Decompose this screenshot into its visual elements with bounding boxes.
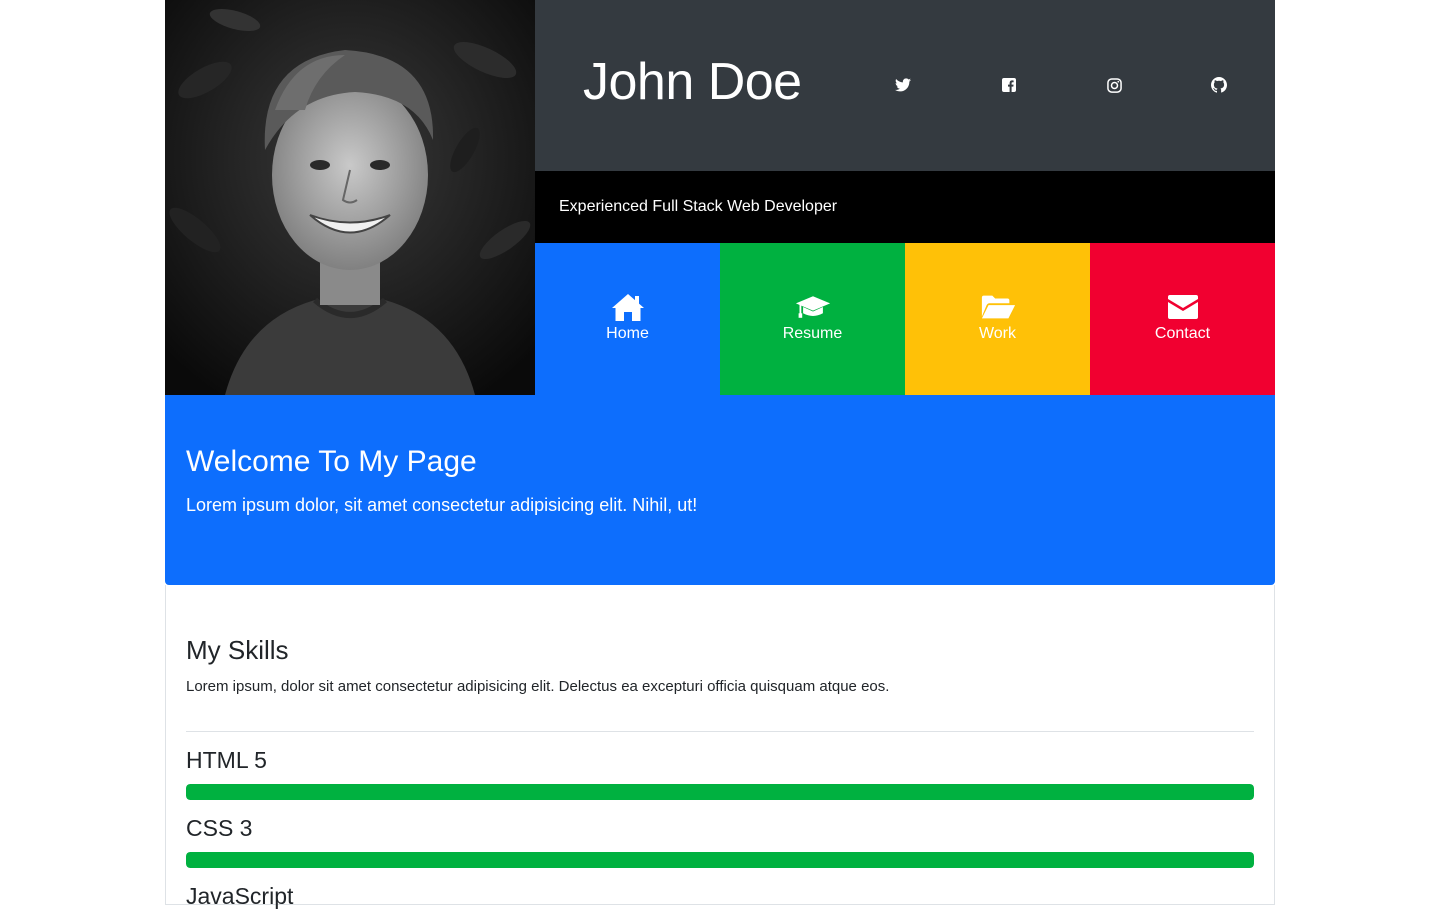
instagram-icon xyxy=(1106,77,1122,93)
folder-open-icon xyxy=(980,292,1016,322)
github-link[interactable] xyxy=(1210,76,1228,94)
envelope-icon xyxy=(1165,292,1201,322)
tagline-banner: Experienced Full Stack Web Developer xyxy=(535,171,1275,243)
skill-name: CSS 3 xyxy=(186,815,253,841)
graduation-cap-icon xyxy=(795,292,831,322)
divider xyxy=(186,731,1254,732)
twitter-link[interactable] xyxy=(894,76,912,94)
home-icon xyxy=(610,292,646,322)
nav-resume-label: Resume xyxy=(782,325,843,342)
name-banner: John Doe xyxy=(535,0,1275,171)
skills-description: Lorem ipsum, dolor sit amet consectetur … xyxy=(186,678,890,695)
nav-resume[interactable]: Resume xyxy=(720,243,905,395)
page-container: John Doe Experienced Full Stack Web Deve… xyxy=(165,0,1275,909)
skill-name: HTML 5 xyxy=(186,747,267,773)
nav-contact-label: Contact xyxy=(1154,325,1211,342)
github-icon xyxy=(1211,77,1227,93)
nav-home[interactable]: Home xyxy=(535,243,720,395)
welcome-section: Welcome To My Page Lorem ipsum dolor, si… xyxy=(165,395,1275,585)
nav-work[interactable]: Work xyxy=(905,243,1090,395)
facebook-icon xyxy=(1002,78,1016,92)
nav-work-label: Work xyxy=(978,325,1017,342)
skill-progress-fill xyxy=(186,852,1254,868)
nav-home-label: Home xyxy=(606,325,649,342)
facebook-link[interactable] xyxy=(1000,76,1018,94)
twitter-icon xyxy=(895,78,911,92)
welcome-title: Welcome To My Page xyxy=(186,445,477,478)
skill-progress-bar xyxy=(186,784,1254,800)
page-title: John Doe xyxy=(583,53,802,111)
skill-name: JavaScript xyxy=(186,883,294,909)
header-section: John Doe Experienced Full Stack Web Deve… xyxy=(165,0,1275,395)
profile-photo xyxy=(165,0,535,395)
skills-section: My Skills Lorem ipsum, dolor sit amet co… xyxy=(165,585,1275,909)
skill-progress-bar xyxy=(186,852,1254,868)
skill-progress-fill xyxy=(186,784,1254,800)
nav-contact[interactable]: Contact xyxy=(1090,243,1275,395)
instagram-link[interactable] xyxy=(1105,76,1123,94)
tagline-text: Experienced Full Stack Web Developer xyxy=(559,198,838,215)
welcome-text: Lorem ipsum dolor, sit amet consectetur … xyxy=(186,495,698,515)
skills-title: My Skills xyxy=(186,635,289,665)
